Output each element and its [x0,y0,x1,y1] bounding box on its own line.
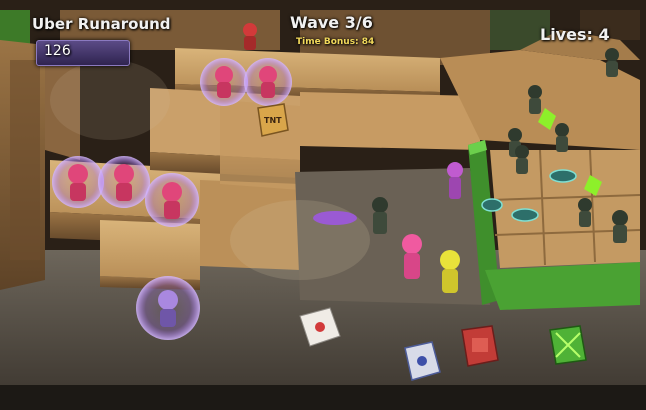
right-terrace [489,149,641,268]
green-die[interactable] [549,325,587,365]
enemy-soldier[interactable] [372,197,388,234]
teal-disc[interactable] [549,169,577,183]
fallen-purple-unit[interactable] [313,211,357,225]
lives-counter: Lives: 4 [540,25,610,44]
enemy-soldier[interactable] [528,85,542,114]
pink-fighter[interactable] [402,234,422,279]
yellow-fighter[interactable] [440,250,460,293]
game-viewport[interactable]: TNT Uber Runaround 126 Wave 3/6 Time Bon… [0,0,646,410]
shielded-unit[interactable] [52,156,104,208]
enemy-soldier[interactable] [612,210,628,243]
score-value: 126 [44,43,71,59]
shielded-unit[interactable] [244,58,292,106]
foreground-ledge [0,385,646,410]
tnt-crate[interactable]: TNT [257,103,289,137]
enemy-soldier[interactable] [578,198,592,227]
tnt-crate-label: TNT [264,116,282,125]
smoke-cloud [230,200,370,280]
teal-disc[interactable] [481,198,503,212]
shielded-unit[interactable] [145,173,199,227]
enemy-soldier[interactable] [515,145,529,174]
red-die[interactable] [461,325,499,367]
wave-counter: Wave 3/6 [290,13,373,32]
pink-fighter[interactable] [447,162,463,199]
enemy-soldier[interactable] [555,123,569,152]
enemy-soldier[interactable] [605,48,619,77]
teal-disc[interactable] [511,208,539,222]
shielded-unit[interactable] [136,276,200,340]
time-bonus: Time Bonus: 84 [296,37,375,47]
shielded-unit[interactable] [200,58,248,106]
smoke-cloud [50,60,170,140]
level-name: Uber Runaround [32,15,171,33]
shielded-unit[interactable] [98,156,150,208]
